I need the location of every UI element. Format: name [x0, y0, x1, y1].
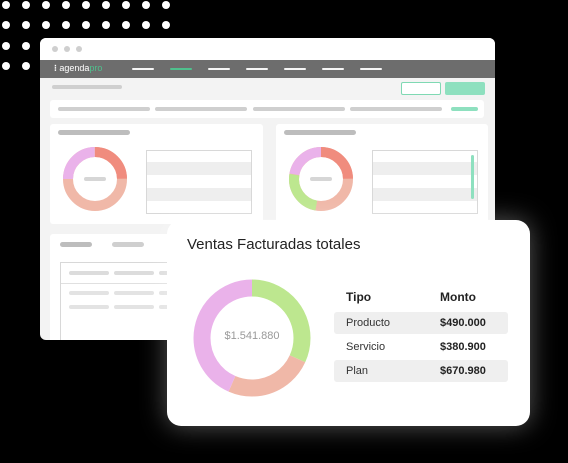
dot — [82, 1, 90, 9]
mini-table-row — [147, 162, 251, 175]
primary-button[interactable] — [445, 82, 485, 95]
dot — [142, 21, 150, 29]
app-logo: ⁝ agendapro — [54, 63, 102, 74]
table-cell — [69, 291, 109, 295]
nav-item[interactable] — [322, 68, 344, 70]
nav-item[interactable] — [284, 68, 306, 70]
mini-donut-chart — [63, 147, 127, 211]
chart-panel-left — [50, 124, 263, 224]
tab-placeholder[interactable] — [60, 242, 92, 247]
table-cell — [114, 291, 154, 295]
nav-item[interactable] — [246, 68, 268, 70]
table-row: Servicio $380.900 — [334, 336, 508, 358]
logo-accent-text: pro — [89, 63, 103, 73]
dot — [102, 1, 110, 9]
mini-table-row — [373, 162, 477, 175]
dot — [122, 1, 130, 9]
dot — [62, 21, 70, 29]
donut-total-value: $1.541.880 — [224, 330, 280, 342]
cell-monto: $670.980 — [440, 365, 486, 377]
window-dot — [52, 46, 58, 52]
sales-summary-card: Ventas Facturadas totales $1.541.880 Tip… — [167, 220, 530, 426]
cell-tipo: Plan — [346, 365, 369, 377]
filter-field[interactable] — [155, 107, 247, 111]
card-title: Ventas Facturadas totales — [187, 236, 361, 253]
filter-button[interactable] — [451, 107, 478, 111]
dot — [22, 1, 30, 9]
dot — [142, 1, 150, 9]
cell-tipo: Producto — [346, 317, 391, 329]
dot — [2, 42, 10, 50]
filter-field[interactable] — [350, 107, 442, 111]
table-header-cell — [69, 271, 109, 275]
mini-table — [372, 150, 478, 214]
table-row: Plan $670.980 — [334, 360, 508, 382]
nav-item[interactable] — [132, 68, 154, 70]
dot — [22, 62, 30, 70]
top-navbar: ⁝ agendapro — [40, 60, 495, 78]
secondary-button[interactable] — [401, 82, 441, 95]
tab-placeholder[interactable] — [112, 242, 144, 247]
chart-panel-right — [276, 124, 488, 224]
dot — [22, 21, 30, 29]
dot — [82, 21, 90, 29]
cell-monto: $380.900 — [440, 341, 486, 353]
window-titlebar — [40, 38, 495, 60]
dot — [122, 21, 130, 29]
cell-monto: $490.000 — [440, 317, 486, 329]
dot — [62, 1, 70, 9]
mini-donut-chart — [289, 147, 353, 211]
logo-text: agenda — [59, 63, 90, 73]
mini-table-row — [147, 188, 251, 201]
mini-table — [146, 150, 252, 214]
dot — [22, 42, 30, 50]
nav-item-active[interactable] — [170, 68, 192, 70]
panel-title-placeholder — [284, 130, 356, 135]
nav-item[interactable] — [360, 68, 382, 70]
page-title-placeholder — [52, 85, 122, 89]
filter-bar — [50, 100, 484, 118]
dot — [162, 21, 170, 29]
dot — [42, 1, 50, 9]
nav-item[interactable] — [208, 68, 230, 70]
scrollbar[interactable] — [471, 155, 474, 199]
sales-donut-chart: $1.541.880 — [192, 278, 312, 398]
table-row: Producto $490.000 — [334, 312, 508, 334]
dot — [2, 62, 10, 70]
window-dot — [76, 46, 82, 52]
panel-title-placeholder — [58, 130, 130, 135]
column-header-monto: Monto — [440, 290, 476, 304]
dot — [2, 21, 10, 29]
column-header-tipo: Tipo — [346, 290, 372, 304]
filter-field[interactable] — [253, 107, 345, 111]
table-header-cell — [114, 271, 154, 275]
dot — [102, 21, 110, 29]
filter-field[interactable] — [58, 107, 150, 111]
mini-table-row — [373, 188, 477, 201]
cell-tipo: Servicio — [346, 341, 386, 353]
dot — [162, 1, 170, 9]
window-dot — [64, 46, 70, 52]
dot — [42, 21, 50, 29]
table-cell — [114, 305, 154, 309]
table-cell — [69, 305, 109, 309]
dot — [2, 1, 10, 9]
